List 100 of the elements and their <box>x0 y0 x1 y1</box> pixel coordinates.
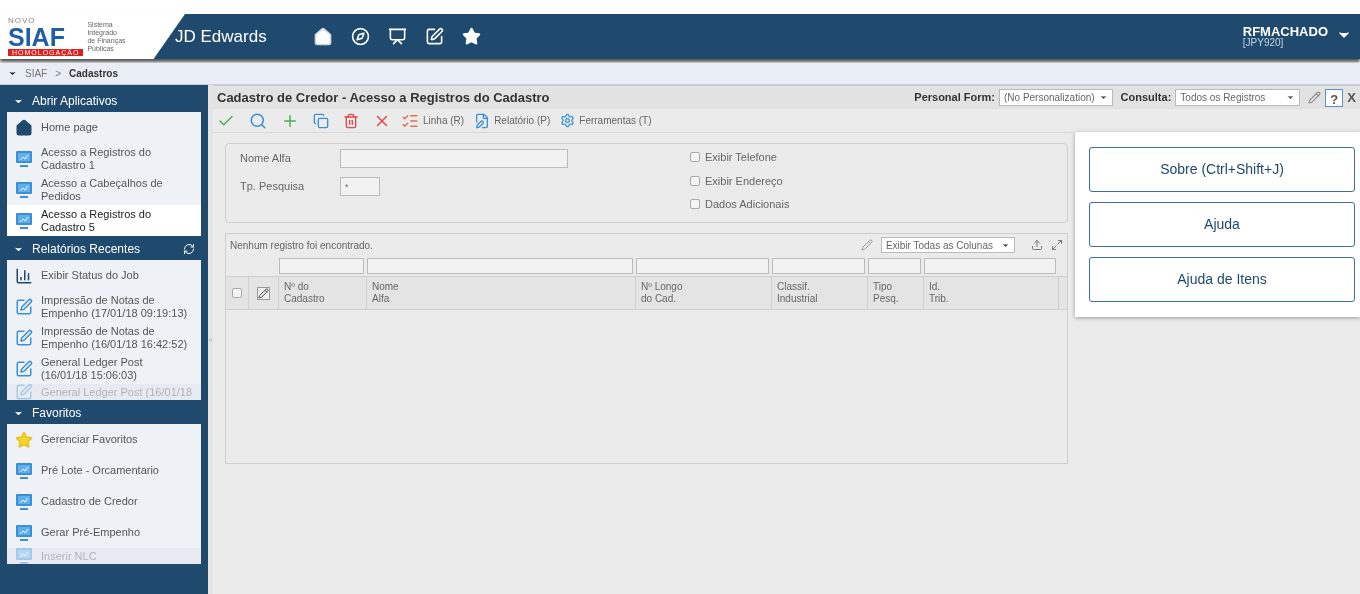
menu-item[interactable]: Ajuda de Itens <box>1089 257 1355 302</box>
item-label: Inserir NLC <box>41 549 97 563</box>
breadcrumb-current: Cadastros <box>69 67 118 81</box>
sidebar-item[interactable]: Acesso a Registros do Cadastro 1 <box>7 143 201 174</box>
user-menu[interactable]: RFMACHADO [JPY920] <box>1242 25 1352 48</box>
sidebar-item[interactable]: Acesso a Cabeçalhos de Pedidos <box>7 174 201 205</box>
filter-field[interactable] <box>636 258 769 274</box>
item-label: Gerenciar Favoritos <box>41 433 138 446</box>
logo-top: NOVO <box>8 17 37 25</box>
edit-icon <box>15 384 33 400</box>
columns-select[interactable]: Exibir Todas as Colunas <box>880 237 1015 253</box>
column-header[interactable]: Tipo Pesq. <box>868 277 924 309</box>
item-label: Exibir Status do Job <box>41 269 139 282</box>
menu-item[interactable]: Sobre (Ctrl+Shift+J) <box>1089 147 1355 192</box>
sidebar-item[interactable]: Gerenciar Favoritos <box>7 424 201 455</box>
filter-field[interactable] <box>868 258 921 274</box>
compass-icon[interactable] <box>350 27 370 46</box>
bar-chart-icon <box>15 266 33 285</box>
consulta-select[interactable]: Todos os Registros <box>1175 89 1301 106</box>
pencil-icon[interactable] <box>860 239 873 251</box>
product-name: JD Edwards <box>175 25 267 48</box>
edit-icon <box>474 112 491 129</box>
item-label: Acesso a Registros do Cadastro 5 <box>41 207 153 234</box>
column-header[interactable]: Nº Longo do Cad. <box>636 277 772 309</box>
item-label: Acesso a Registros do Cadastro 1 <box>41 145 153 172</box>
form-title: Cadastro de Credor - Acesso a Registros do Cadastro <box>217 88 551 107</box>
sidebar-item[interactable]: Acesso a Registros do Cadastro 5 <box>7 205 201 236</box>
toolbar-button[interactable]: Relatório (P) <box>474 112 551 129</box>
edit-icon <box>15 359 33 378</box>
edit-icon <box>15 297 33 316</box>
trash-icon[interactable] <box>343 112 359 129</box>
personal-form-select[interactable]: (No Personalization) <box>999 89 1113 106</box>
item-label: General Ledger Post (16/01/18 15:06:03) <box>41 355 144 382</box>
item-label: Gerar Pré-Empenho <box>41 526 141 539</box>
grid-message: Nenhum registro foi encontrado. <box>230 238 374 253</box>
sidebar-item[interactable]: Pré Lote - Orcamentario <box>7 455 201 486</box>
copy-icon[interactable] <box>313 112 329 129</box>
monitor-icon <box>15 492 33 511</box>
item-label: Impressão de Notas de Empenho (16/01/18 16:42:52) <box>41 324 189 351</box>
checkbox[interactable] <box>690 199 700 210</box>
checkbox-label: Dados Adicionais <box>705 197 790 212</box>
filter-field[interactable] <box>367 258 633 274</box>
export-icon[interactable] <box>1031 239 1043 251</box>
toolbar-button[interactable]: Linha (R) <box>401 111 465 130</box>
star-icon[interactable] <box>461 27 481 46</box>
monitor-icon <box>15 211 33 230</box>
input-field[interactable] <box>340 149 568 168</box>
chart-icon[interactable] <box>387 27 407 46</box>
filter-field[interactable] <box>279 258 364 274</box>
close-button[interactable]: X <box>1347 87 1356 108</box>
environment: [JPY920] <box>1242 38 1285 48</box>
checkbox[interactable] <box>232 288 242 298</box>
checkbox[interactable] <box>690 175 700 186</box>
field-label: Consulta: <box>1120 90 1172 106</box>
help-button[interactable]: ? <box>1325 88 1344 107</box>
toolbar-button[interactable]: Ferramentas (T) <box>560 113 652 128</box>
sidebar-item[interactable]: Home page <box>7 112 201 143</box>
monitor-icon <box>15 461 33 480</box>
section-title: Favoritos <box>32 405 83 422</box>
column-header[interactable]: Classif. Industrial <box>772 277 868 309</box>
expand-icon[interactable] <box>1051 239 1063 251</box>
field-label: Nome Alfa <box>240 151 292 167</box>
search-icon[interactable] <box>249 111 267 130</box>
column-header[interactable]: Id. Trib. <box>924 277 1059 309</box>
input-field[interactable]: * <box>340 177 380 196</box>
edit-icon[interactable] <box>424 27 444 46</box>
column-header[interactable]: Nº do Cadastro <box>279 277 367 309</box>
checkbox-label: Exibir Endereço <box>705 173 783 189</box>
star-icon <box>15 430 33 449</box>
item-label: Cadastro de Credor <box>41 495 138 508</box>
checkbox-label: Exibir Telefone <box>705 150 777 165</box>
edit-icon <box>15 328 33 347</box>
refresh-icon[interactable] <box>183 243 195 255</box>
item-label: General Ledger Post (16/01/18 <box>41 385 193 399</box>
dropdown-icon <box>1098 93 1108 102</box>
sidebar-item[interactable]: Gerar Pré-Empenho <box>7 517 201 548</box>
monitor-icon <box>15 548 33 564</box>
sidebar-item[interactable]: Impressão de Notas de Empenho (16/01/18 16:42:52) <box>7 322 201 353</box>
home-icon[interactable] <box>312 26 333 47</box>
pencil-icon[interactable] <box>257 286 270 300</box>
item-label: Acesso a Cabeçalhos de Pedidos <box>41 176 164 203</box>
sidebar-item[interactable]: Exibir Status do Job <box>7 260 201 291</box>
breadcrumb-link[interactable]: SIAF <box>25 66 48 81</box>
column-header[interactable]: Nome Alfa <box>367 277 636 309</box>
checkbox[interactable] <box>690 152 700 163</box>
filter-field[interactable] <box>924 258 1056 274</box>
sidebar-item[interactable]: Impressão de Notas de Empenho (17/01/18 09:19:13) <box>7 291 201 322</box>
filter-field[interactable] <box>772 258 865 274</box>
menu-item[interactable]: Ajuda <box>1089 202 1355 247</box>
field-label: Personal Form: <box>914 90 995 106</box>
home-icon <box>15 118 33 137</box>
sidebar-item[interactable]: General Ledger Post (16/01/18 15:06:03) <box>7 353 201 384</box>
monitor-icon <box>15 180 33 199</box>
breadcrumb-separator: > <box>55 67 62 81</box>
collapse-icon[interactable] <box>8 69 17 78</box>
item-label: Home page <box>41 121 98 134</box>
item-label: Impressão de Notas de Empenho (17/01/18 09:19:13) <box>41 293 189 320</box>
sidebar-item[interactable]: Cadastro de Credor <box>7 486 201 517</box>
pencil-icon[interactable] <box>1308 91 1322 104</box>
monitor-icon <box>15 149 33 168</box>
